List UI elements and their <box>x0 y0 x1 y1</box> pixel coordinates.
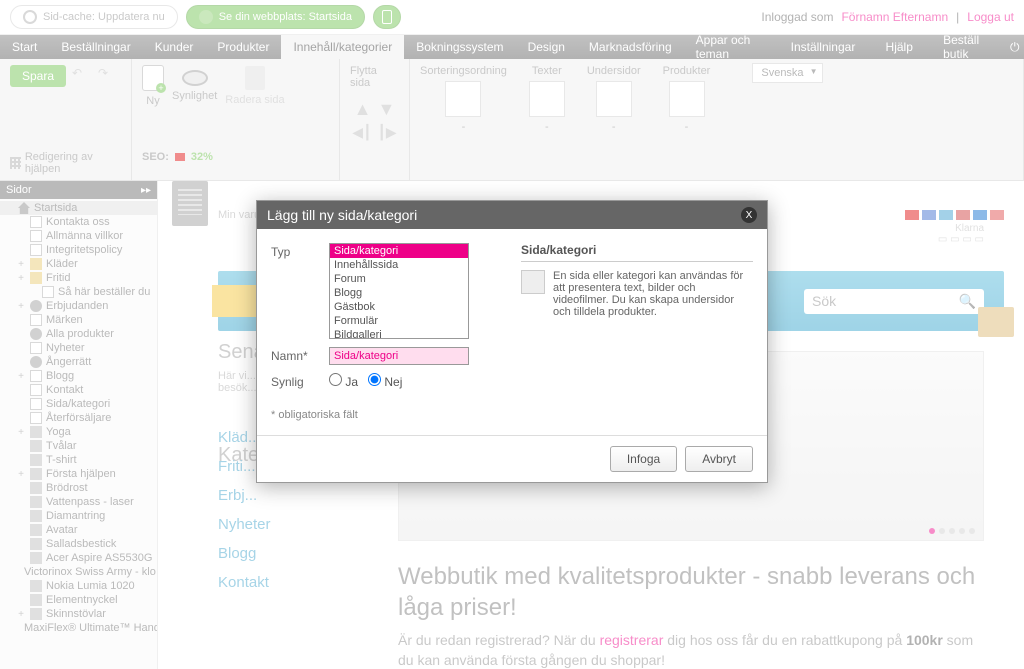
name-label: Namn* <box>271 347 321 363</box>
insert-button[interactable]: Infoga <box>610 446 677 472</box>
modal-title: Lägg till ny sida/kategori <box>267 207 417 223</box>
modal-header: Lägg till ny sida/kategori X <box>257 201 767 229</box>
visible-label: Synlig <box>271 373 321 389</box>
add-page-modal: Lägg till ny sida/kategori X Typ Sida/ka… <box>256 200 768 483</box>
type-option[interactable]: Bildgalleri <box>330 328 468 339</box>
type-option[interactable]: Gästbok <box>330 300 468 314</box>
type-listbox[interactable]: Sida/kategoriInnehållssidaForumBloggGäst… <box>329 243 469 339</box>
visible-yes-radio[interactable]: Ja <box>329 373 358 389</box>
page-type-info-icon <box>521 270 545 294</box>
type-option[interactable]: Blogg <box>330 286 468 300</box>
type-info-title: Sida/kategori <box>521 243 753 262</box>
type-option[interactable]: Formulär <box>330 314 468 328</box>
type-option[interactable]: Forum <box>330 272 468 286</box>
type-option[interactable]: Sida/kategori <box>330 244 468 258</box>
modal-close-button[interactable]: X <box>741 207 757 223</box>
name-input[interactable] <box>329 347 469 365</box>
required-note: * obligatoriska fält <box>271 409 501 421</box>
type-option[interactable]: Innehållssida <box>330 258 468 272</box>
type-info-desc: En sida eller kategori kan användas för … <box>553 270 753 318</box>
visible-no-radio[interactable]: Nej <box>368 373 402 389</box>
cancel-button[interactable]: Avbryt <box>685 446 753 472</box>
type-label: Typ <box>271 243 321 259</box>
